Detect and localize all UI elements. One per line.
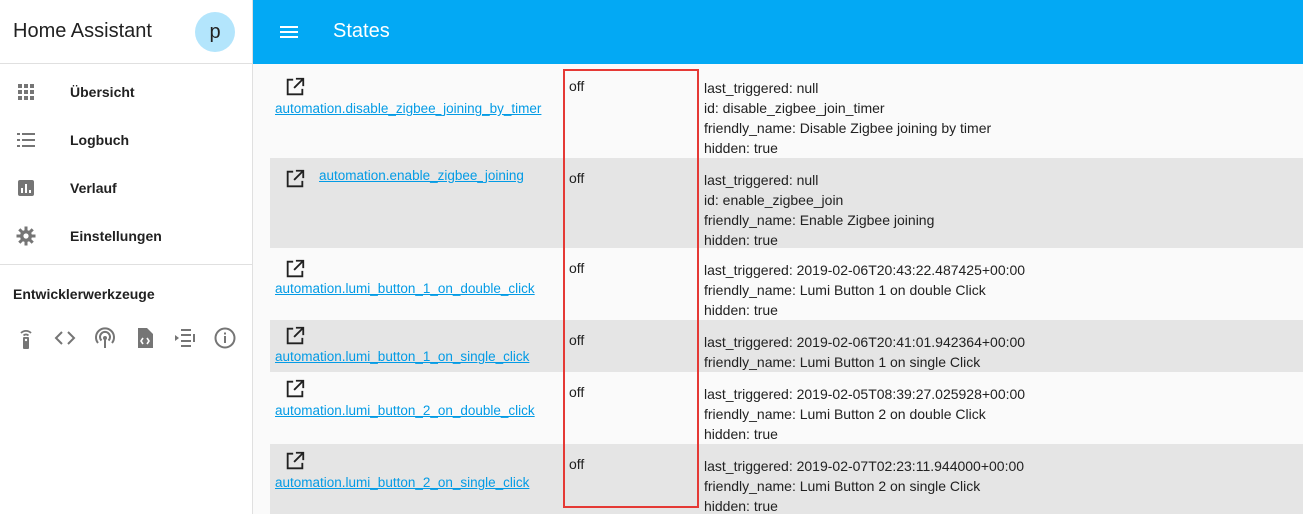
state-value: off: [569, 332, 585, 348]
top-app-bar: States: [253, 0, 1303, 64]
attribute-line: last_triggered: 2019-02-07T02:23:11.9440…: [704, 458, 1025, 474]
code-icon[interactable]: [53, 326, 77, 350]
table-row: automation.disable_zigbee_joining_by_tim…: [270, 66, 1303, 158]
sidebar-item-label: Verlauf: [70, 180, 117, 196]
attribute-line: friendly_name: Lumi Button 1 on double C…: [704, 282, 986, 298]
attributes-cell: last_triggered: null id: disable_zigbee_…: [704, 78, 991, 158]
attribute-line: hidden: true: [704, 140, 778, 156]
page-title: States: [333, 20, 390, 42]
attribute-line: hidden: true: [704, 302, 778, 318]
table-row: automation.enable_zigbee_joining off las…: [270, 158, 1303, 248]
attributes-cell: last_triggered: 2019-02-06T20:41:01.9423…: [704, 332, 1025, 372]
attribute-line: friendly_name: Lumi Button 2 on double C…: [704, 406, 986, 422]
open-external-icon[interactable]: [284, 325, 306, 347]
attribute-line: friendly_name: Lumi Button 2 on single C…: [704, 478, 981, 494]
attributes-cell: last_triggered: null id: enable_zigbee_j…: [704, 170, 934, 250]
file-code-icon[interactable]: [133, 326, 157, 350]
developer-tools-bar: [0, 322, 252, 354]
attributes-cell: last_triggered: 2019-02-05T08:39:27.0259…: [704, 384, 1025, 444]
open-external-icon[interactable]: [284, 378, 306, 400]
sidebar-item-einstellungen[interactable]: Einstellungen: [0, 212, 252, 260]
entity-link[interactable]: automation.lumi_button_1_on_single_click: [275, 349, 529, 364]
table-row: automation.lumi_button_1_on_single_click…: [270, 320, 1303, 372]
state-value: off: [569, 78, 585, 94]
info-icon[interactable]: [213, 326, 237, 350]
table-row: automation.lumi_button_2_on_double_click…: [270, 372, 1303, 444]
list-icon: [17, 133, 35, 147]
developer-tools-heading: Entwicklerwerkzeuge: [13, 286, 155, 302]
state-value: off: [569, 384, 585, 400]
grid-icon: [18, 84, 34, 100]
sidebar-header: Home Assistant p: [0, 0, 252, 64]
broadcast-icon[interactable]: [93, 326, 117, 350]
sidebar-item-verlauf[interactable]: Verlauf: [0, 164, 252, 212]
attribute-line: friendly_name: Disable Zigbee joining by…: [704, 120, 992, 136]
entity-link[interactable]: automation.lumi_button_2_on_single_click: [275, 475, 529, 490]
sidebar-item-label: Übersicht: [70, 84, 135, 100]
attribute-line: last_triggered: 2019-02-06T20:41:01.9423…: [704, 334, 1026, 350]
sidebar: Home Assistant p Übersicht Logbuch Verla…: [0, 0, 253, 514]
chart-icon: [18, 180, 34, 196]
attribute-line: hidden: true: [704, 498, 778, 514]
attribute-line: hidden: true: [704, 232, 778, 248]
table-row: automation.lumi_button_2_on_single_click…: [270, 444, 1303, 514]
sidebar-item-logbuch[interactable]: Logbuch: [0, 116, 252, 164]
attribute-line: friendly_name: Lumi Button 1 on single C…: [704, 354, 981, 370]
sidebar-item-label: Einstellungen: [70, 228, 162, 244]
remote-icon[interactable]: [14, 326, 38, 350]
avatar[interactable]: p: [195, 12, 235, 52]
sidebar-item-uebersicht[interactable]: Übersicht: [0, 68, 252, 116]
open-external-icon[interactable]: [284, 168, 306, 190]
state-value: off: [569, 456, 585, 472]
sidebar-divider: [0, 264, 252, 265]
open-external-icon[interactable]: [284, 258, 306, 280]
attribute-line: last_triggered: null: [704, 172, 819, 188]
attribute-line: friendly_name: Enable Zigbee joining: [704, 212, 935, 228]
attribute-line: last_triggered: null: [704, 80, 819, 96]
attribute-line: hidden: true: [704, 426, 778, 442]
state-value: off: [569, 260, 585, 276]
attribute-line: last_triggered: 2019-02-06T20:43:22.4874…: [704, 262, 1026, 278]
attributes-cell: last_triggered: 2019-02-07T02:23:11.9440…: [704, 456, 1024, 514]
sidebar-item-label: Logbuch: [70, 132, 130, 148]
entity-link[interactable]: automation.lumi_button_2_on_double_click: [275, 403, 535, 418]
entity-link[interactable]: automation.enable_zigbee_joining: [319, 168, 524, 183]
attribute-line: id: disable_zigbee_join_timer: [704, 100, 885, 116]
gear-icon: [16, 226, 36, 246]
state-value: off: [569, 170, 585, 186]
open-external-icon[interactable]: [284, 450, 306, 472]
attributes-cell: last_triggered: 2019-02-06T20:43:22.4874…: [704, 260, 1025, 320]
template-icon[interactable]: [173, 326, 197, 350]
sidebar-nav: Übersicht Logbuch Verlauf Einstellungen: [0, 64, 252, 260]
app-title: Home Assistant: [13, 20, 152, 42]
attribute-line: id: enable_zigbee_join: [704, 192, 844, 208]
attribute-line: last_triggered: 2019-02-05T08:39:27.0259…: [704, 386, 1026, 402]
table-row: automation.lumi_button_1_on_double_click…: [270, 248, 1303, 320]
open-external-icon[interactable]: [284, 76, 306, 98]
entity-link[interactable]: automation.disable_zigbee_joining_by_tim…: [275, 101, 541, 116]
menu-icon[interactable]: [277, 20, 301, 44]
entity-link[interactable]: automation.lumi_button_1_on_double_click: [275, 281, 535, 296]
